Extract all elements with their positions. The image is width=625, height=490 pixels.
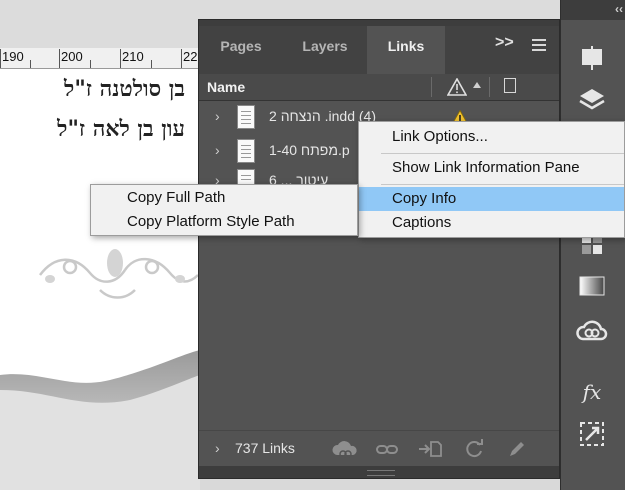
panel-resize-grip[interactable] bbox=[199, 466, 559, 478]
menu-item-show-link-info[interactable]: Show Link Information Pane bbox=[359, 156, 624, 180]
menu-item-label: Link Options... bbox=[392, 128, 488, 145]
menu-item-copy-platform-path[interactable]: Copy Platform Style Path bbox=[91, 210, 357, 234]
links-panel-footer: › 737 Links bbox=[199, 430, 559, 467]
link-thumbnail bbox=[237, 105, 255, 129]
menu-item-label: Captions bbox=[392, 214, 452, 231]
effects-icon[interactable]: fx bbox=[576, 376, 608, 408]
tab-layers[interactable]: Layers bbox=[283, 26, 367, 74]
edit-original-icon[interactable] bbox=[507, 439, 527, 459]
chevron-right-icon[interactable]: › bbox=[215, 142, 220, 158]
chevron-right-icon[interactable]: › bbox=[215, 440, 220, 456]
page-column-icon[interactable] bbox=[504, 78, 516, 93]
link-name: 1-40 מפתח.p bbox=[269, 142, 350, 158]
panel-tab-bar: Pages Layers Links >> bbox=[199, 26, 559, 74]
layers-icon[interactable] bbox=[576, 84, 608, 116]
sort-ascending-icon[interactable] bbox=[473, 82, 481, 88]
copy-info-submenu: Copy Full Path Copy Platform Style Path bbox=[90, 184, 358, 236]
links-count: 737 Links bbox=[235, 440, 295, 456]
column-name-header[interactable]: Name bbox=[207, 79, 245, 95]
tab-pages[interactable]: Pages bbox=[199, 26, 283, 74]
panel-dock-strip: ‹‹ fx bbox=[560, 0, 625, 490]
menu-item-label: Copy Info bbox=[392, 190, 457, 207]
horizontal-ruler[interactable]: 190 200 210 22 bbox=[0, 48, 200, 69]
cloud-link-icon[interactable] bbox=[331, 439, 361, 459]
relink-icon[interactable] bbox=[375, 439, 399, 459]
ruler-label: 210 bbox=[122, 49, 144, 64]
menu-separator bbox=[381, 184, 624, 185]
status-warning-icon[interactable] bbox=[447, 78, 467, 96]
menu-item-label: Copy Platform Style Path bbox=[127, 213, 295, 230]
transform-icon[interactable] bbox=[576, 418, 608, 450]
panel-expand-button[interactable]: >> bbox=[495, 34, 514, 52]
links-panel: Pages Layers Links >> Name › 2 הנצחה .in… bbox=[198, 19, 560, 479]
link-thumbnail bbox=[237, 139, 255, 163]
menu-item-copy-info[interactable]: Copy Info bbox=[359, 187, 624, 211]
menu-item-captions[interactable]: Captions bbox=[359, 211, 624, 235]
panel-menu-icon[interactable] bbox=[532, 39, 546, 51]
column-divider bbox=[489, 77, 490, 97]
ruler-label: 190 bbox=[2, 49, 24, 64]
ruler-label: 200 bbox=[61, 49, 83, 64]
wave-graphic bbox=[0, 350, 200, 490]
column-divider bbox=[431, 77, 432, 97]
menu-item-label: Copy Full Path bbox=[127, 189, 226, 206]
menu-item-copy-full-path[interactable]: Copy Full Path bbox=[91, 186, 357, 210]
cc-libraries-icon[interactable] bbox=[576, 314, 608, 346]
tab-links[interactable]: Links bbox=[367, 26, 445, 74]
ornament-graphic bbox=[39, 249, 199, 299]
menu-separator bbox=[381, 153, 624, 154]
gradient-icon[interactable] bbox=[576, 270, 608, 302]
link-context-menu: Link Options... Show Link Information Pa… bbox=[358, 121, 625, 238]
menu-item-label: Show Link Information Pane bbox=[392, 159, 580, 176]
dock-header: ‹‹ bbox=[561, 0, 625, 20]
go-to-link-icon[interactable] bbox=[417, 439, 443, 459]
collapse-dock-button[interactable]: ‹‹ bbox=[615, 2, 623, 16]
links-column-header: Name bbox=[199, 74, 559, 101]
chevron-right-icon[interactable]: › bbox=[215, 108, 220, 124]
document-text-line: בן סולטנה ז"ל bbox=[64, 76, 185, 102]
menu-item-link-options[interactable]: Link Options... bbox=[359, 125, 624, 149]
pages-icon[interactable] bbox=[576, 42, 608, 74]
document-text-line: עון בן לאה ז"ל bbox=[57, 116, 185, 142]
update-link-icon[interactable] bbox=[463, 439, 485, 459]
ruler-label: 22 bbox=[183, 49, 198, 64]
